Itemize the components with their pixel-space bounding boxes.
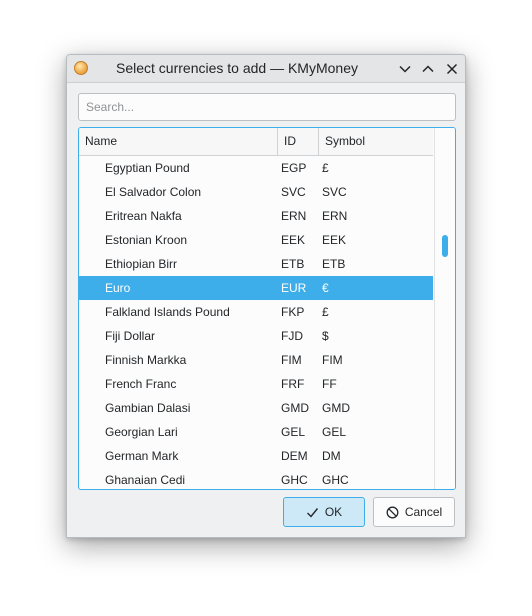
table-row-selected[interactable]: Euro EUR €	[79, 276, 433, 300]
cell-symbol: £	[322, 161, 329, 175]
cell-symbol: €	[322, 281, 329, 295]
cell-symbol: £	[322, 305, 329, 319]
close-button[interactable]	[442, 59, 462, 79]
ok-button-label: OK	[324, 505, 343, 519]
checkmark-icon	[306, 506, 319, 519]
cell-id: EUR	[281, 281, 307, 295]
cell-id: SVC	[281, 185, 306, 199]
cancel-button-label: Cancel	[404, 505, 443, 519]
cell-id: GMD	[281, 401, 309, 415]
chevron-up-icon	[422, 65, 434, 73]
cell-name: Ghanaian Cedi	[105, 473, 186, 487]
cell-symbol: ETB	[322, 257, 346, 271]
vertical-scrollbar[interactable]	[434, 128, 455, 489]
table-row[interactable]: German Mark DEM DM	[79, 444, 433, 468]
table-row[interactable]: Eritrean Nakfa ERN ERN	[79, 204, 433, 228]
table-row[interactable]: Gambian Dalasi GMD GMD	[79, 396, 433, 420]
ok-button[interactable]: OK	[283, 497, 365, 527]
cancel-button[interactable]: Cancel	[373, 497, 455, 527]
cell-symbol: DM	[322, 449, 341, 463]
window-title: Select currencies to add — KMyMoney	[116, 60, 358, 76]
cell-name: Estonian Kroon	[105, 233, 188, 247]
cell-id: ETB	[281, 257, 305, 271]
cell-name: German Mark	[105, 449, 179, 463]
cancel-circle-icon	[386, 506, 399, 519]
cell-id: GHC	[281, 473, 308, 487]
kmymoney-app-icon[interactable]	[74, 61, 88, 75]
cell-id: FJD	[281, 329, 303, 343]
cell-name: Finnish Markka	[105, 353, 187, 367]
cell-symbol: GMD	[322, 401, 350, 415]
cell-name: Georgian Lari	[105, 425, 178, 439]
cell-name: Fiji Dollar	[105, 329, 156, 343]
table-row[interactable]: Falkland Islands Pound FKP £	[79, 300, 433, 324]
cell-name: Ethiopian Birr	[105, 257, 178, 271]
cell-symbol: SVC	[322, 185, 347, 199]
dialog-shadow: Select currencies to add — KMyMoney Sear…	[66, 54, 466, 538]
table-row[interactable]: Ghanaian Cedi GHC GHC	[79, 468, 433, 489]
table-row[interactable]: Fiji Dollar FJD $	[79, 324, 433, 348]
search-field[interactable]	[78, 93, 456, 121]
cell-id: ERN	[281, 209, 307, 223]
cell-id: DEM	[281, 449, 308, 463]
cell-id: EGP	[281, 161, 307, 175]
cell-symbol: FIM	[322, 353, 343, 367]
column-header-symbol[interactable]: Symbol	[319, 128, 433, 155]
table-row[interactable]: French Franc FRF FF	[79, 372, 433, 396]
cell-symbol: GEL	[322, 425, 347, 439]
table-row[interactable]: Estonian Kroon EEK EEK	[79, 228, 433, 252]
cell-id: FKP	[281, 305, 305, 319]
table-row[interactable]: El Salvador Colon SVC SVC	[79, 180, 433, 204]
cell-name: Egyptian Pound	[105, 161, 190, 175]
title-bar[interactable]: Select currencies to add — KMyMoney	[67, 55, 465, 83]
table-body: Egyptian Pound EGP £ El Salvador Colon SVC SV…	[79, 156, 433, 489]
minimize-button[interactable]	[395, 59, 415, 79]
close-icon	[446, 63, 458, 75]
cell-symbol: ERN	[322, 209, 348, 223]
cell-symbol: GHC	[322, 473, 349, 487]
select-currencies-dialog: Select currencies to add — KMyMoney Sear…	[66, 54, 466, 538]
table-row[interactable]: Georgian Lari GEL GEL	[79, 420, 433, 444]
cell-id: FRF	[281, 377, 305, 391]
cell-id: EEK	[281, 233, 306, 247]
search-input[interactable]	[79, 94, 455, 120]
cell-name: Eritrean Nakfa	[105, 209, 182, 223]
cell-id: FIM	[281, 353, 302, 367]
cell-name: Euro	[105, 281, 131, 295]
table-row[interactable]: Finnish Markka FIM FIM	[79, 348, 433, 372]
table-header: Name ID Symbol	[79, 128, 433, 156]
currency-table[interactable]: Name ID Symbol Egyptian Pound EGP £ El Salv…	[78, 127, 456, 490]
cell-symbol: EEK	[322, 233, 347, 247]
scrollbar-thumb[interactable]	[442, 235, 448, 257]
maximize-button[interactable]	[418, 59, 438, 79]
cell-id: GEL	[281, 425, 306, 439]
cell-name: Gambian Dalasi	[105, 401, 191, 415]
table-row[interactable]: Ethiopian Birr ETB ETB	[79, 252, 433, 276]
cell-name: French Franc	[105, 377, 177, 391]
column-header-name[interactable]: Name	[79, 128, 278, 155]
cell-symbol: $	[322, 329, 329, 343]
cell-name: El Salvador Colon	[105, 185, 202, 199]
column-header-id[interactable]: ID	[278, 128, 319, 155]
chevron-down-icon	[399, 65, 411, 73]
table-row[interactable]: Egyptian Pound EGP £	[79, 156, 433, 180]
cell-symbol: FF	[322, 377, 337, 391]
cell-name: Falkland Islands Pound	[105, 305, 230, 319]
